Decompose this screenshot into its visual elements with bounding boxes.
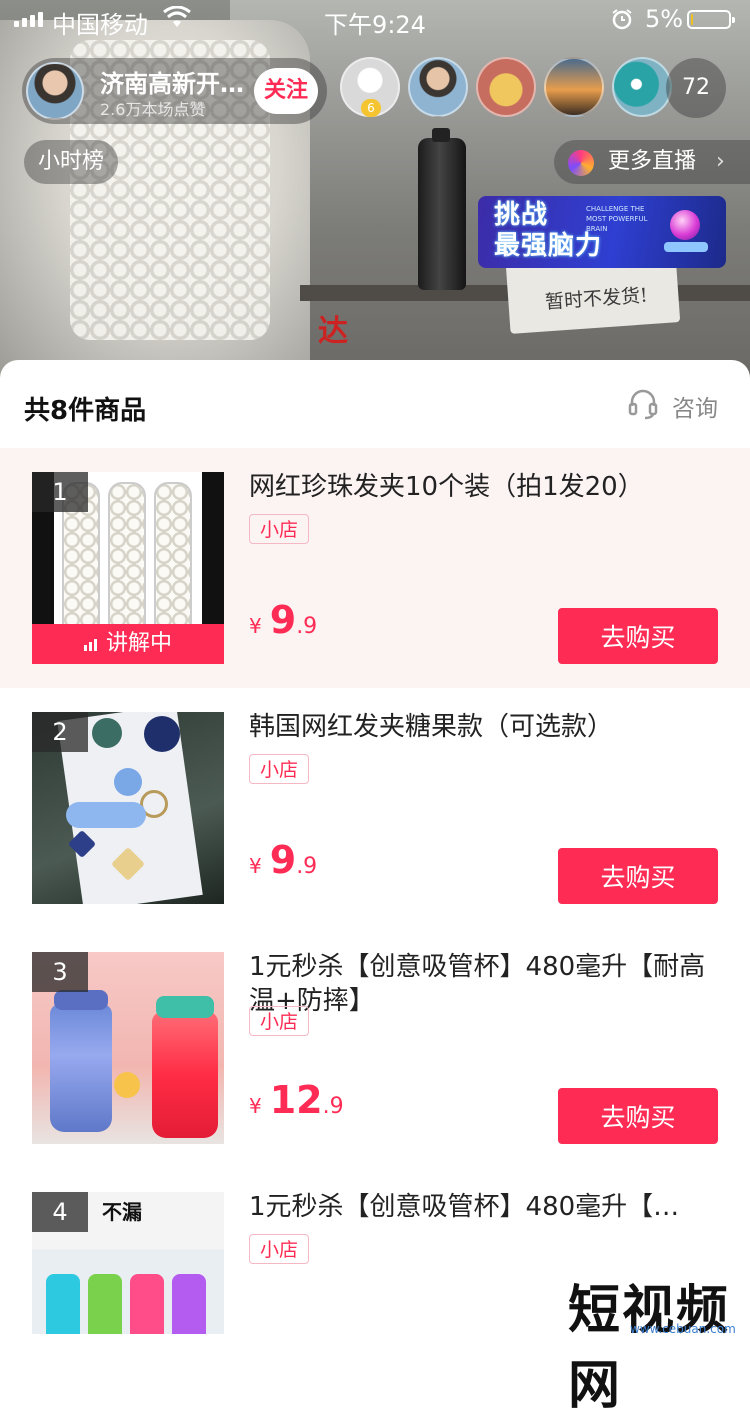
lemon-slice <box>114 1072 140 1098</box>
buy-button[interactable]: 去购买 <box>558 608 718 664</box>
cup-shape <box>172 1274 206 1334</box>
shop-tag: 小店 <box>249 1006 310 1036</box>
cup-shape <box>46 1274 80 1334</box>
product-title[interactable]: 网红珍珠发夹10个装（拍1发20） <box>249 470 719 504</box>
product-price: ¥9.9 <box>249 598 317 642</box>
clip-decoration <box>144 716 180 752</box>
headset-icon <box>628 389 658 420</box>
product-image[interactable]: 1 讲解中 <box>32 472 224 664</box>
viewer-count[interactable]: 72 <box>666 58 726 118</box>
shop-tag: 小店 <box>249 754 310 784</box>
buy-button[interactable]: 去购买 <box>558 848 718 904</box>
product-image[interactable]: 3 <box>32 952 224 1144</box>
product-image-text: 不漏 <box>102 1200 142 1224</box>
explaining-badge: 讲解中 <box>32 624 224 664</box>
battery-percent: 5% <box>645 5 684 33</box>
banner-subtitle: CHALLENGE THE MOST POWERFUL BRAIN <box>586 205 648 233</box>
product-image[interactable]: 不漏 4 <box>32 1192 224 1334</box>
explaining-label: 讲解中 <box>105 631 172 656</box>
shop-tag: 小店 <box>249 1234 310 1264</box>
product-title[interactable]: 1元秒杀【创意吸管杯】480毫升【… <box>249 1190 719 1224</box>
product-title[interactable]: 1元秒杀【创意吸管杯】480毫升【耐高温+防摔】 <box>249 950 719 1018</box>
live-icon <box>568 150 594 176</box>
product-image[interactable]: 2 <box>32 712 224 904</box>
currency-symbol: ¥ <box>249 1094 262 1118</box>
price-integer: 12 <box>269 1078 323 1122</box>
cup-shape <box>50 1004 112 1132</box>
watermark: 短视频网 <box>568 1280 731 1416</box>
banner-title-line2: 最强脑力 <box>494 231 603 261</box>
buy-button[interactable]: 去购买 <box>558 1088 718 1144</box>
clip-decoration <box>114 768 142 796</box>
goods-item[interactable]: 1 讲解中 网红珍珠发夹10个装（拍1发20） 小店 ¥9.9 去购买 <box>0 448 750 688</box>
currency-symbol: ¥ <box>249 854 262 878</box>
audio-bars-icon <box>83 639 97 651</box>
price-decimal: .9 <box>322 1094 344 1119</box>
challenge-banner[interactable]: 挑战 最强脑力 CHALLENGE THE MOST POWERFUL BRAI… <box>478 196 726 268</box>
price-integer: 9 <box>269 598 297 642</box>
viewer-avatar[interactable] <box>476 57 536 117</box>
viewer-rank-badge: 6 <box>361 99 381 117</box>
viewer-avatar[interactable]: 6 <box>340 57 400 117</box>
consult-label: 咨询 <box>672 396 718 422</box>
cup-shape <box>152 1012 218 1138</box>
host-info[interactable]: 济南高新开… 2.6万本场点赞 关注 <box>22 58 327 124</box>
cup-lid <box>156 996 214 1018</box>
price-decimal: .9 <box>296 614 318 639</box>
more-live-button[interactable]: 更多直播 › <box>554 140 750 184</box>
goods-panel: 共8件商品 咨询 1 讲解中 网红珍珠发夹10个装（拍1发20） 小店 ¥ 9.… <box>0 360 750 1334</box>
shop-tag: 小店 <box>249 514 310 544</box>
clip-decoration <box>92 718 122 748</box>
goods-list: 1 讲解中 网红珍珠发夹10个装（拍1发20） 小店 ¥9.9 去购买 2 韩国… <box>0 448 750 1334</box>
goods-count-title: 共8件商品 <box>24 396 147 426</box>
price-integer: 9 <box>269 838 297 882</box>
viewer-avatar[interactable] <box>544 57 604 117</box>
battery-icon <box>687 10 735 29</box>
hour-rank-button[interactable]: 小时榜 <box>24 140 119 184</box>
price-decimal: .9 <box>296 854 318 879</box>
status-bar: 中国移动 下午9:24 5% <box>0 0 750 40</box>
chevron-right-icon: › <box>716 149 725 174</box>
follow-button[interactable]: 关注 <box>254 68 318 114</box>
currency-symbol: ¥ <box>249 614 262 638</box>
cup-shape <box>130 1274 164 1334</box>
product-price: ¥9.9 <box>249 838 317 882</box>
host-likes: 2.6万本场点赞 <box>100 100 206 119</box>
rank-badge: 1 <box>32 472 88 512</box>
viewer-avatar[interactable] <box>612 57 672 117</box>
product-title[interactable]: 韩国网红发夹糖果款（可选款） <box>249 710 719 744</box>
clock: 下午9:24 <box>324 11 426 39</box>
goods-item[interactable]: 2 韩国网红发夹糖果款（可选款） 小店 ¥9.9 去购买 <box>0 688 750 928</box>
host-avatar[interactable] <box>26 62 84 120</box>
background-bottle <box>418 128 466 290</box>
goods-item[interactable]: 3 1元秒杀【创意吸管杯】480毫升【耐高温+防摔】 小店 ¥12.9 去购买 <box>0 928 750 1168</box>
host-name: 济南高新开… <box>100 70 244 98</box>
battery-level <box>691 14 693 25</box>
alarm-icon <box>611 8 633 36</box>
more-live-label: 更多直播 <box>608 149 697 174</box>
rank-badge: 4 <box>32 1192 88 1232</box>
viewer-avatars: 6 <box>340 57 672 117</box>
orb-stand <box>664 242 708 252</box>
product-price: ¥12.9 <box>249 1078 344 1122</box>
background-red-character: 达 <box>318 314 348 349</box>
rank-badge: 3 <box>32 952 88 992</box>
cup-lid <box>54 990 108 1010</box>
cup-shape <box>88 1274 122 1334</box>
brain-orb-icon <box>670 210 700 240</box>
viewer-avatar[interactable] <box>408 57 468 117</box>
clip-decoration <box>66 802 146 828</box>
rank-badge: 2 <box>32 712 88 752</box>
